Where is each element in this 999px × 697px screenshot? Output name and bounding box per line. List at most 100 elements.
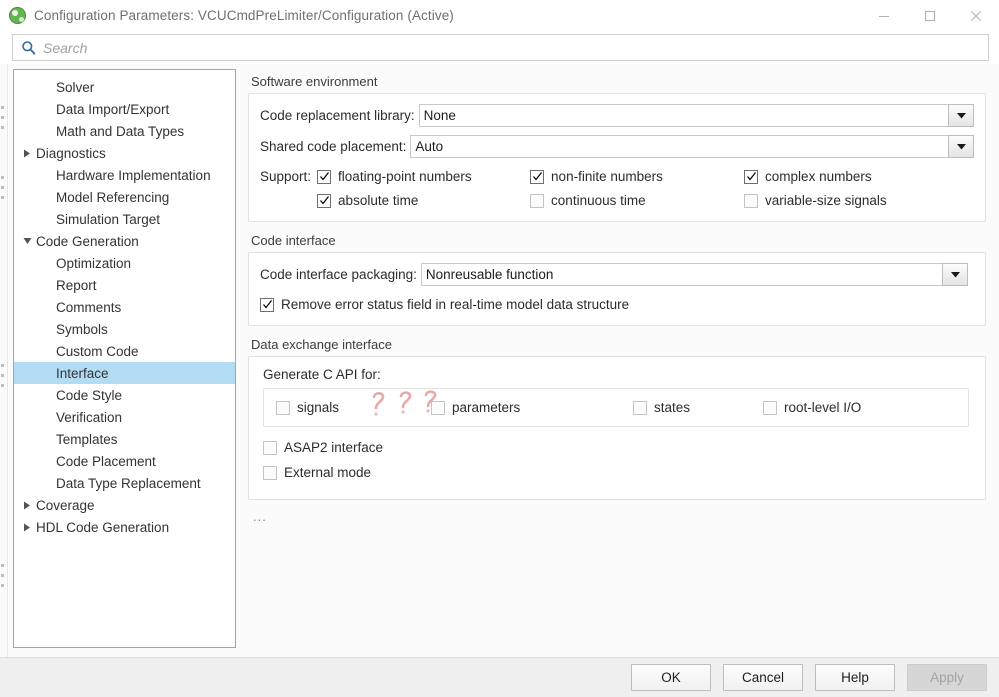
sidebar-item-solver[interactable]: Solver — [14, 76, 235, 98]
sidebar-item-model-referencing[interactable]: Model Referencing — [14, 186, 235, 208]
checkbox-c-api-signals[interactable]: signals — [276, 400, 431, 415]
checkbox-label: continuous time — [551, 193, 646, 208]
chevron-down-icon[interactable] — [948, 135, 974, 158]
close-icon[interactable] — [953, 0, 999, 31]
checkbox-remove-error-status-field[interactable]: Remove error status field in real-time m… — [260, 297, 629, 312]
sidebar-item-hardware-implementation[interactable]: Hardware Implementation — [14, 164, 235, 186]
support-label: Support: — [260, 169, 312, 184]
checkbox-non-finite-numbers[interactable]: non-finite numbers — [530, 169, 744, 184]
chevron-down-icon[interactable] — [948, 104, 974, 127]
sidebar-item-templates[interactable]: Templates — [14, 428, 235, 450]
support-row-1: Support: floating-point numbers non-fini… — [260, 169, 974, 184]
shared-code-placement-dropdown[interactable]: Auto — [410, 135, 974, 158]
checkbox-box — [263, 465, 277, 480]
maximize-icon[interactable] — [907, 0, 953, 31]
checkbox-box — [763, 400, 777, 415]
chevron-down-icon[interactable] — [942, 263, 968, 286]
sidebar-item-code-style[interactable]: Code Style — [14, 384, 235, 406]
window-title: Configuration Parameters: VCUCmdPreLimit… — [34, 8, 454, 23]
code-replacement-library-row: Code replacement library: None — [260, 103, 974, 128]
ok-button[interactable]: OK — [631, 664, 711, 691]
sidebar-item-interface[interactable]: Interface — [14, 362, 235, 384]
checkbox-c-api-states[interactable]: states — [633, 400, 763, 415]
window-splitter[interactable] — [0, 64, 8, 657]
sidebar-item-diagnostics[interactable]: Diagnostics — [14, 142, 235, 164]
sidebar-item-simulation-target[interactable]: Simulation Target — [14, 208, 235, 230]
checkbox-label: absolute time — [338, 193, 419, 208]
checkbox-box — [260, 297, 274, 312]
sidebar-item-coverage[interactable]: Coverage — [14, 494, 235, 516]
help-button[interactable]: Help — [815, 664, 895, 691]
checkbox-complex-numbers[interactable]: complex numbers — [744, 169, 872, 184]
sidebar-item-verification[interactable]: Verification — [14, 406, 235, 428]
cancel-button[interactable]: Cancel — [723, 664, 803, 691]
minimize-icon[interactable] — [861, 0, 907, 31]
checkbox-absolute-time[interactable]: absolute time — [317, 193, 530, 208]
asap2-row: ASAP2 interface — [263, 440, 985, 455]
checkbox-label: states — [654, 400, 691, 415]
shared-code-placement-row: Shared code placement: Auto — [260, 134, 974, 159]
checkbox-box — [317, 193, 332, 208]
checkbox-box — [744, 193, 759, 208]
code-replacement-library-label: Code replacement library: — [260, 108, 415, 123]
sidebar-item-label: Diagnostics — [36, 145, 106, 161]
remove-error-status-row: Remove error status field in real-time m… — [260, 297, 974, 312]
main-body: Solver Data Import/Export Math and Data Ty… — [0, 64, 999, 657]
sidebar-item-label: Symbols — [56, 321, 108, 337]
shared-code-placement-value: Auto — [410, 135, 948, 158]
code-interface-packaging-label: Code interface packaging: — [260, 267, 417, 282]
search-input[interactable]: Search — [12, 34, 989, 61]
chevron-right-icon[interactable] — [20, 523, 34, 532]
checkbox-c-api-parameters[interactable]: parameters — [431, 400, 633, 415]
sidebar-item-label: Code Style — [56, 387, 123, 403]
chevron-down-icon[interactable] — [20, 237, 34, 245]
checkbox-label: floating-point numbers — [338, 169, 472, 184]
sidebar-item-label: Code Placement — [56, 453, 156, 469]
simulink-icon — [9, 7, 26, 24]
shared-code-placement-label: Shared code placement: — [260, 139, 407, 154]
window-controls — [861, 0, 999, 31]
sidebar-item-code-placement[interactable]: Code Placement — [14, 450, 235, 472]
sidebar-item-label: Data Type Replacement — [56, 475, 201, 491]
sidebar-item-custom-code[interactable]: Custom Code — [14, 340, 235, 362]
checkbox-label: Remove error status field in real-time m… — [281, 297, 630, 312]
checkbox-label: parameters — [452, 400, 521, 415]
search-icon — [21, 40, 36, 55]
chevron-right-icon[interactable] — [20, 149, 34, 158]
code-interface-packaging-dropdown[interactable]: Nonreusable function — [420, 263, 968, 286]
code-replacement-library-value: None — [418, 104, 948, 127]
checkbox-asap2-interface[interactable]: ASAP2 interface — [263, 440, 383, 455]
sidebar-item-optimization[interactable]: Optimization — [14, 252, 235, 274]
chevron-right-icon[interactable] — [20, 501, 34, 510]
sidebar-item-report[interactable]: Report — [14, 274, 235, 296]
sidebar-item-label: Simulation Target — [56, 211, 161, 227]
code-interface-packaging-value: Nonreusable function — [420, 263, 942, 286]
sidebar-item-data-type-replacement[interactable]: Data Type Replacement — [14, 472, 235, 494]
checkbox-continuous-time[interactable]: continuous time — [530, 193, 744, 208]
configuration-parameters-window: Configuration Parameters: VCUCmdPreLimit… — [0, 0, 999, 697]
checkbox-label: complex numbers — [765, 169, 872, 184]
checkbox-label: External mode — [284, 465, 372, 480]
sidebar-item-data-import-export[interactable]: Data Import/Export — [14, 98, 235, 120]
sidebar-item-label: Verification — [56, 409, 123, 425]
sidebar-item-label: Interface — [56, 365, 109, 381]
sidebar-item-hdl-code-generation[interactable]: HDL Code Generation — [14, 516, 235, 538]
checkbox-variable-size-signals[interactable]: variable-size signals — [744, 193, 887, 208]
sidebar-item-comments[interactable]: Comments — [14, 296, 235, 318]
sidebar-item-code-generation[interactable]: Code Generation — [14, 230, 235, 252]
sidebar-item-label: Solver — [56, 79, 95, 95]
checkbox-label: ASAP2 interface — [284, 440, 384, 455]
sidebar-item-label: Coverage — [36, 497, 95, 513]
sidebar-item-math-and-data-types[interactable]: Math and Data Types — [14, 120, 235, 142]
sidebar-item-symbols[interactable]: Symbols — [14, 318, 235, 340]
sidebar-item-label: Report — [56, 277, 97, 293]
checkbox-c-api-root-level-io[interactable]: root-level I/O — [763, 400, 861, 415]
sidebar-item-label: Code Generation — [36, 233, 139, 249]
code-replacement-library-dropdown[interactable]: None — [418, 104, 974, 127]
data-exchange-interface-title: Data exchange interface — [251, 337, 392, 352]
code-interface-packaging-row: Code interface packaging: Nonreusable fu… — [260, 262, 974, 287]
checkbox-floating-point-numbers[interactable]: floating-point numbers — [317, 169, 530, 184]
checkbox-box — [317, 169, 332, 184]
navigation-tree[interactable]: Solver Data Import/Export Math and Data Ty… — [13, 69, 236, 648]
checkbox-external-mode[interactable]: External mode — [263, 465, 371, 480]
